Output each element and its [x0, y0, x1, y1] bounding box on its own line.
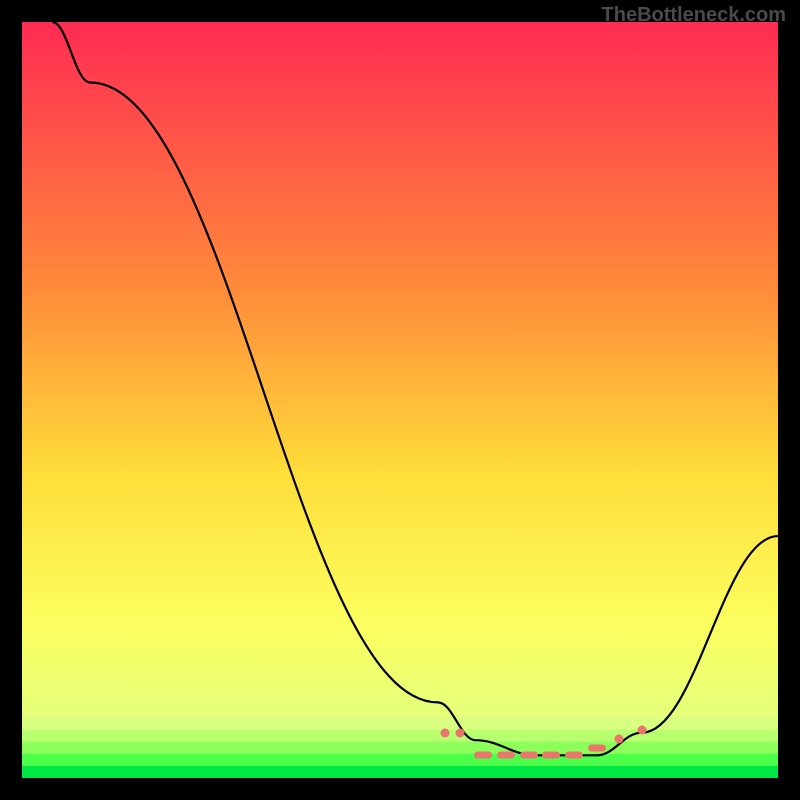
optimal-marker	[441, 728, 450, 737]
optimal-marker	[456, 728, 465, 737]
watermark-text: TheBottleneck.com	[602, 4, 786, 27]
optimal-marker	[497, 752, 515, 759]
optimal-marker	[565, 752, 583, 759]
optimal-marker	[542, 752, 560, 759]
optimal-band	[22, 718, 778, 778]
optimal-marker	[588, 744, 606, 751]
gradient-background	[22, 22, 778, 778]
optimal-marker	[474, 752, 492, 759]
optimal-marker	[520, 752, 538, 759]
plot-area	[22, 22, 778, 778]
optimal-marker	[615, 734, 624, 743]
optimal-marker	[637, 725, 646, 734]
chart-svg	[22, 22, 778, 778]
